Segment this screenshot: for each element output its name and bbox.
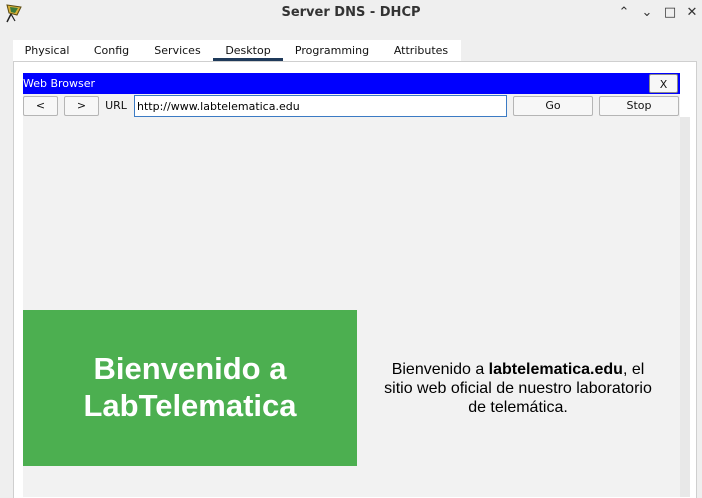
welcome-banner: Bienvenido a LabTelematica xyxy=(23,310,357,466)
welcome-paragraph: Bienvenido a labtelematica.edu, el sitio… xyxy=(380,360,656,417)
url-input[interactable] xyxy=(134,95,507,117)
page-scrollbar[interactable] xyxy=(680,117,690,497)
maximize-button[interactable]: □ xyxy=(661,4,679,22)
banner-line-1: Bienvenido a xyxy=(93,351,287,386)
welcome-site-name: labtelematica.edu xyxy=(488,361,623,378)
banner-heading: Bienvenido a LabTelematica xyxy=(23,350,357,424)
tab-bar: Physical Config Services Desktop Program… xyxy=(13,40,461,61)
banner-line-2: LabTelematica xyxy=(83,388,297,423)
close-window-button[interactable]: ✕ xyxy=(683,4,701,22)
tab-desktop[interactable]: Desktop xyxy=(213,40,283,61)
minimize-button[interactable]: ⌃ xyxy=(615,4,633,22)
restore-icon: ⌄ xyxy=(641,5,653,20)
close-icon: ✕ xyxy=(686,5,698,20)
tab-config[interactable]: Config xyxy=(81,40,142,61)
back-button[interactable]: < xyxy=(23,96,58,116)
tab-programming[interactable]: Programming xyxy=(283,40,381,61)
stop-button[interactable]: Stop xyxy=(599,96,679,116)
window-titlebar: Server DNS - DHCP ⌃ ⌄ □ ✕ xyxy=(0,0,702,28)
web-browser-title: Web Browser xyxy=(23,77,96,90)
go-button[interactable]: Go xyxy=(513,96,593,116)
minimize-icon: ⌃ xyxy=(618,5,630,20)
web-browser-titlebar: Web Browser xyxy=(23,73,680,94)
url-label: URL xyxy=(105,99,127,112)
restore-button[interactable]: ⌄ xyxy=(638,4,656,22)
web-browser-close-button[interactable]: X xyxy=(649,74,678,93)
tab-services[interactable]: Services xyxy=(142,40,213,61)
window-title: Server DNS - DHCP xyxy=(281,5,421,20)
tab-attributes[interactable]: Attributes xyxy=(381,40,461,61)
tab-physical[interactable]: Physical xyxy=(13,40,81,61)
forward-button[interactable]: > xyxy=(64,96,99,116)
maximize-icon: □ xyxy=(663,5,677,20)
welcome-prefix: Bienvenido a xyxy=(391,361,489,378)
